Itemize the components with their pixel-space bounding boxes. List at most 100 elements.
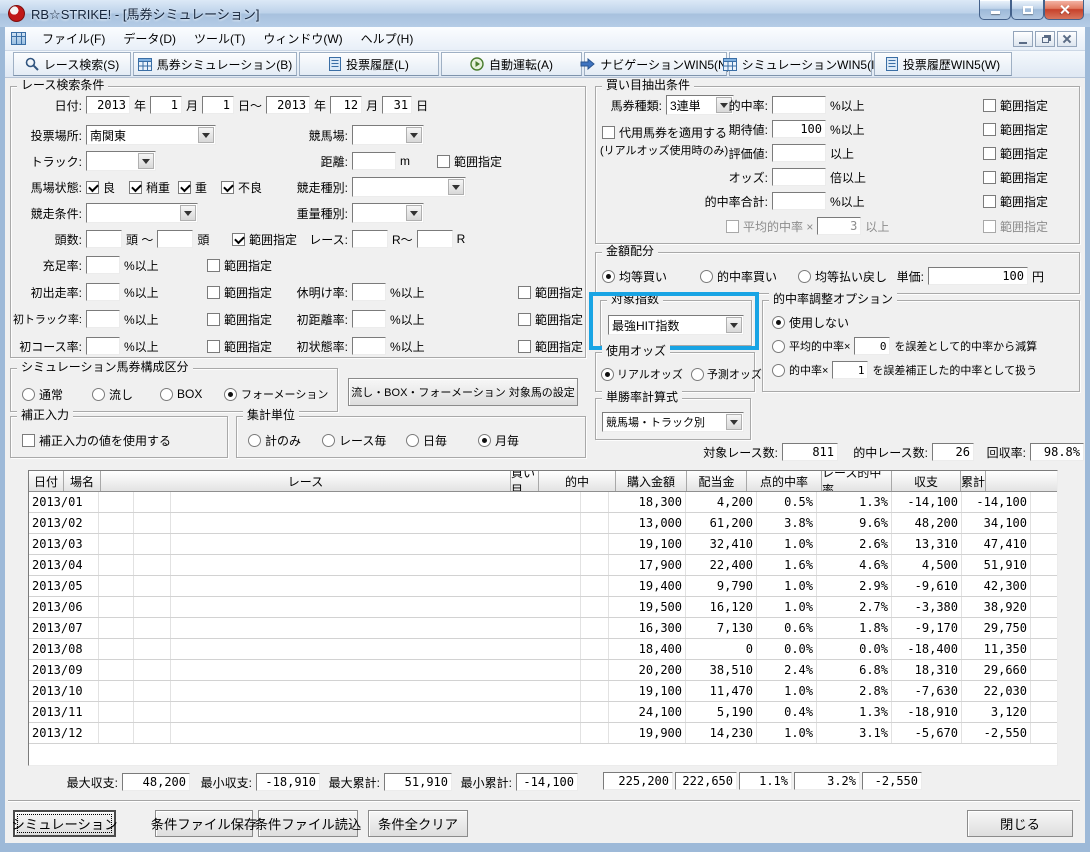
average-hit-rate-checkbox[interactable]: [726, 219, 739, 233]
condition-slightly-heavy-checkbox[interactable]: [129, 180, 143, 194]
first-course-input[interactable]: [86, 337, 120, 355]
track-select[interactable]: [86, 151, 156, 171]
close-button[interactable]: [1044, 0, 1084, 20]
column-header[interactable]: 的中: [539, 471, 616, 491]
real-odds-radio[interactable]: [601, 367, 614, 381]
target-index-select[interactable]: 最強HIT指数: [608, 315, 744, 335]
allocation-hit-rate-buy-radio[interactable]: [700, 269, 713, 283]
column-header[interactable]: 購入金額: [616, 471, 687, 491]
menu-data[interactable]: データ(D): [115, 27, 184, 50]
column-header[interactable]: 収支: [892, 471, 961, 491]
table-row[interactable]: 2013/06 19,500 16,120 1.0% 2.7% -3,380 3…: [29, 597, 1057, 618]
auto-run-button[interactable]: 自動運転(A): [441, 52, 582, 76]
rest-return-input[interactable]: [352, 283, 386, 301]
sufficiency-input[interactable]: [86, 256, 120, 274]
save-condition-file-button[interactable]: 条件ファイル保存: [151, 810, 257, 837]
composition-nagashi-radio[interactable]: [92, 387, 105, 401]
rest-return-range-checkbox[interactable]: [518, 285, 531, 299]
vote-history-win5-button[interactable]: 投票履歴WIN5(W): [874, 52, 1012, 76]
dropdown-arrow-icon[interactable]: [726, 414, 742, 430]
composition-formation-radio[interactable]: [224, 387, 237, 401]
substitute-ticket-checkbox[interactable]: [602, 125, 615, 139]
heads-range-checkbox[interactable]: [232, 232, 245, 246]
table-row[interactable]: 2013/09 20,200 38,510 2.4% 6.8% 18,310 2…: [29, 660, 1057, 681]
first-distance-input[interactable]: [352, 310, 386, 328]
column-header[interactable]: レース的中率: [822, 471, 892, 491]
average-hit-rate-input[interactable]: 3: [817, 217, 862, 235]
evaluation-value-range-checkbox[interactable]: [983, 146, 996, 160]
first-track-input[interactable]: [86, 310, 120, 328]
composition-box-radio[interactable]: [160, 387, 173, 401]
column-header[interactable]: 点的中率: [747, 471, 822, 491]
allocation-equal-buy-radio[interactable]: [602, 269, 615, 283]
date-day-from-input[interactable]: 1: [202, 96, 235, 114]
hit-adjust-average-input[interactable]: 0: [854, 337, 891, 355]
dropdown-arrow-icon[interactable]: [180, 205, 196, 221]
date-year-to-input[interactable]: 2013: [266, 96, 311, 114]
table-row[interactable]: 2013/12 19,900 14,230 1.0% 3.1% -5,670 -…: [29, 723, 1057, 744]
first-distance-range-checkbox[interactable]: [518, 312, 531, 326]
maximize-button[interactable]: [1011, 0, 1044, 20]
distance-range-checkbox[interactable]: [437, 154, 450, 168]
table-row[interactable]: 2013/08 18,400 0 0.0% 0.0% -18,400 11,35…: [29, 639, 1057, 660]
menu-tools[interactable]: ツール(T): [186, 27, 253, 50]
unit-price-input[interactable]: 100: [928, 267, 1028, 285]
minimize-button[interactable]: [979, 0, 1011, 20]
hit-adjust-multiplier-radio[interactable]: [772, 363, 785, 377]
condition-heavy-checkbox[interactable]: [178, 180, 192, 194]
hit-rate-total-range-checkbox[interactable]: [983, 194, 996, 208]
simulation-win5-button[interactable]: シミュレーションWIN5(I): [722, 52, 878, 76]
predicted-odds-radio[interactable]: [690, 367, 704, 381]
first-state-input[interactable]: [352, 337, 386, 355]
aggregation-monthly-radio[interactable]: [478, 433, 491, 447]
odds-range-checkbox[interactable]: [983, 170, 996, 184]
date-year-from-input[interactable]: 2013: [86, 96, 130, 114]
weight-type-select[interactable]: [352, 203, 424, 223]
expected-value-input[interactable]: 100: [772, 120, 826, 138]
dropdown-arrow-icon[interactable]: [138, 153, 154, 169]
table-row[interactable]: 2013/05 19,400 9,790 1.0% 2.9% -9,610 42…: [29, 576, 1057, 597]
odds-input[interactable]: [772, 168, 826, 186]
race-number-from-input[interactable]: [352, 230, 388, 248]
race-number-to-input[interactable]: [416, 230, 453, 248]
allocation-equal-payout-radio[interactable]: [798, 269, 811, 283]
date-day-to-input[interactable]: 31: [382, 96, 413, 114]
mdi-close-button[interactable]: [1057, 31, 1077, 47]
table-row[interactable]: 2013/10 19,100 11,470 1.0% 2.8% -7,630 2…: [29, 681, 1057, 702]
close-window-button[interactable]: 閉じる: [967, 810, 1073, 837]
bet-simulation-button[interactable]: 馬券シミュレーション(B): [133, 52, 297, 76]
hit-adjust-multiplier-input[interactable]: 1: [832, 361, 869, 379]
column-header[interactable]: 日付: [29, 471, 64, 491]
aggregation-total-only-radio[interactable]: [248, 433, 261, 447]
hit-rate-input[interactable]: [772, 96, 826, 114]
menu-file[interactable]: ファイル(F): [34, 27, 113, 50]
hit-adjust-none-radio[interactable]: [772, 315, 785, 329]
vote-history-button[interactable]: 投票履歴(L): [299, 52, 439, 76]
aggregation-per-race-radio[interactable]: [322, 433, 335, 447]
column-header[interactable]: レース: [101, 471, 511, 491]
heads-from-input[interactable]: [86, 230, 122, 248]
hit-rate-range-checkbox[interactable]: [983, 98, 996, 112]
target-horse-settings-button[interactable]: 流し・BOX・フォーメーション 対象馬の設定: [348, 378, 578, 406]
simulation-button[interactable]: シミュレーション: [11, 810, 118, 837]
table-row[interactable]: 2013/03 19,100 32,410 1.0% 2.6% 13,310 4…: [29, 534, 1057, 555]
condition-bad-checkbox[interactable]: [221, 180, 235, 194]
average-hit-rate-range-checkbox[interactable]: [983, 219, 996, 233]
hit-rate-total-input[interactable]: [772, 192, 826, 210]
mdi-child-icon[interactable]: [11, 32, 26, 45]
racecourse-select[interactable]: [352, 125, 424, 145]
condition-good-checkbox[interactable]: [86, 180, 99, 194]
column-header[interactable]: 配当金: [687, 471, 747, 491]
place-select[interactable]: 南関東: [86, 125, 216, 145]
evaluation-value-input[interactable]: [772, 144, 826, 162]
win-calc-select[interactable]: 競馬場・トラック別: [602, 412, 744, 432]
table-row[interactable]: 2013/04 17,900 22,400 1.6% 4.6% 4,500 51…: [29, 555, 1057, 576]
first-state-range-checkbox[interactable]: [518, 339, 531, 353]
column-header[interactable]: 場名: [64, 471, 101, 491]
race-condition-select[interactable]: [86, 203, 198, 223]
distance-input[interactable]: [352, 152, 396, 170]
sufficiency-range-checkbox[interactable]: [207, 258, 220, 272]
column-header[interactable]: 買い目: [511, 471, 539, 491]
dropdown-arrow-icon[interactable]: [198, 127, 214, 143]
dropdown-arrow-icon[interactable]: [726, 317, 742, 333]
